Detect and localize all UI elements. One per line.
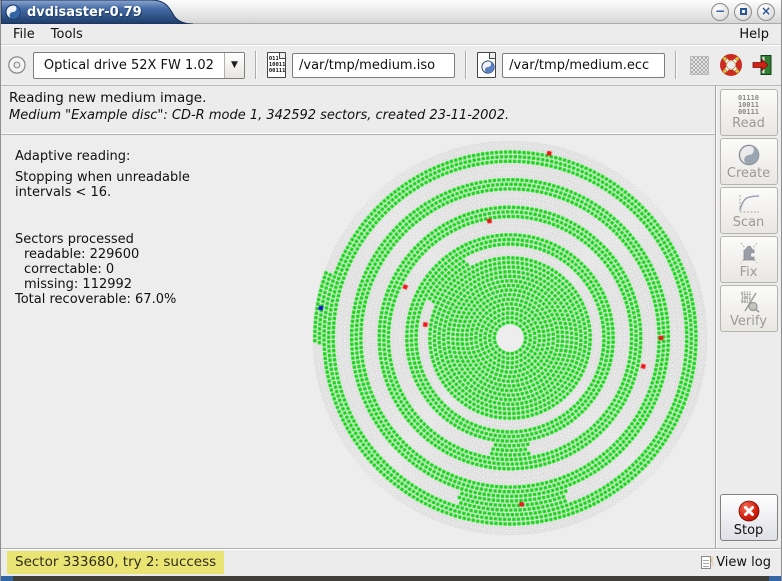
title-bar: dvdisaster-0.79 − ×: [1, 0, 781, 24]
chevron-down-icon[interactable]: ▼: [224, 53, 244, 78]
view-log-label: View log: [716, 555, 771, 570]
app-icon: [5, 4, 21, 20]
window-title: dvdisaster-0.79: [27, 5, 142, 20]
quit-button[interactable]: [750, 51, 775, 79]
medium-info: Medium "Example disc": CD-R mode 1, 3425…: [9, 108, 707, 123]
verify-button[interactable]: 011110010011 Verify: [720, 285, 778, 332]
log-document-icon: [701, 556, 711, 569]
read-icon: 01110 10011 00111: [738, 95, 759, 116]
stopping-text-line1: Stopping when unreadable: [15, 170, 190, 185]
ecc-file-icon: [477, 52, 496, 78]
disc-spiral-visualization: [310, 138, 710, 538]
verify-icon: 011110010011: [737, 290, 761, 314]
view-log-button[interactable]: ☝ View log: [701, 555, 775, 570]
status-heading: Reading new medium image.: [9, 90, 707, 106]
toolbar-separator: [255, 51, 257, 79]
fix-button[interactable]: Fix: [720, 236, 778, 283]
toolbar: Optical drive 52X FW 1.02 ▼ 011 10011 00…: [1, 45, 781, 86]
adaptive-reading-heading: Adaptive reading:: [15, 149, 190, 164]
image-file-icon: 011 10011 00111: [267, 52, 286, 78]
stop-button[interactable]: Stop: [720, 494, 778, 541]
reading-info-panel: Adaptive reading: Stopping when unreadab…: [15, 149, 190, 307]
sectors-readable: readable: 229600: [15, 247, 190, 262]
sectors-correctable: correctable: 0: [15, 262, 190, 277]
menu-help[interactable]: Help: [731, 26, 777, 43]
menu-file[interactable]: File: [5, 26, 43, 43]
main-content: Adaptive reading: Stopping when unreadab…: [1, 135, 715, 548]
read-button[interactable]: 01110 10011 00111 Read: [720, 89, 778, 136]
drive-selector[interactable]: Optical drive 52X FW 1.02 ▼: [33, 52, 245, 79]
fix-icon: [737, 241, 761, 265]
stopping-text-line2: intervals < 16.: [15, 185, 190, 200]
minimize-button[interactable]: −: [711, 3, 729, 21]
preferences-icon: [690, 56, 709, 75]
menu-tools[interactable]: Tools: [43, 26, 91, 43]
menu-bar: File Tools Help: [1, 24, 781, 45]
sector-status-message: Sector 333680, try 2: success: [7, 551, 224, 574]
exit-door-icon: [750, 53, 774, 77]
help-button[interactable]: [718, 51, 743, 79]
drive-selector-value: Optical drive 52X FW 1.02: [34, 58, 224, 73]
sectors-processed-heading: Sectors processed: [15, 232, 190, 247]
image-file-input[interactable]: [292, 53, 455, 78]
action-sidebar: 01110 10011 00111 Read Create: [715, 86, 781, 548]
scan-icon: [737, 193, 761, 215]
lifesaver-icon: [719, 53, 743, 77]
app-window: dvdisaster-0.79 − × File Tools Help Opti…: [0, 0, 782, 581]
sectors-missing: missing: 112992: [15, 277, 190, 292]
toolbar-separator: [675, 51, 677, 79]
create-icon: [738, 144, 760, 166]
maximize-button[interactable]: [734, 3, 752, 21]
total-recoverable: Total recoverable: 67.0%: [15, 292, 190, 307]
stop-icon: [737, 499, 761, 523]
scan-button[interactable]: Scan: [720, 187, 778, 234]
window-bottom-border: [1, 576, 781, 581]
optical-drive-icon: [7, 54, 27, 76]
status-bar: Sector 333680, try 2: success ☝ View log: [1, 548, 781, 576]
status-heading-area: Reading new medium image. Medium "Exampl…: [1, 86, 715, 135]
ecc-file-input[interactable]: [502, 53, 665, 78]
close-button[interactable]: ×: [757, 3, 775, 21]
create-button[interactable]: Create: [720, 138, 778, 185]
toolbar-separator: [465, 51, 467, 79]
preferences-button[interactable]: [687, 51, 712, 79]
